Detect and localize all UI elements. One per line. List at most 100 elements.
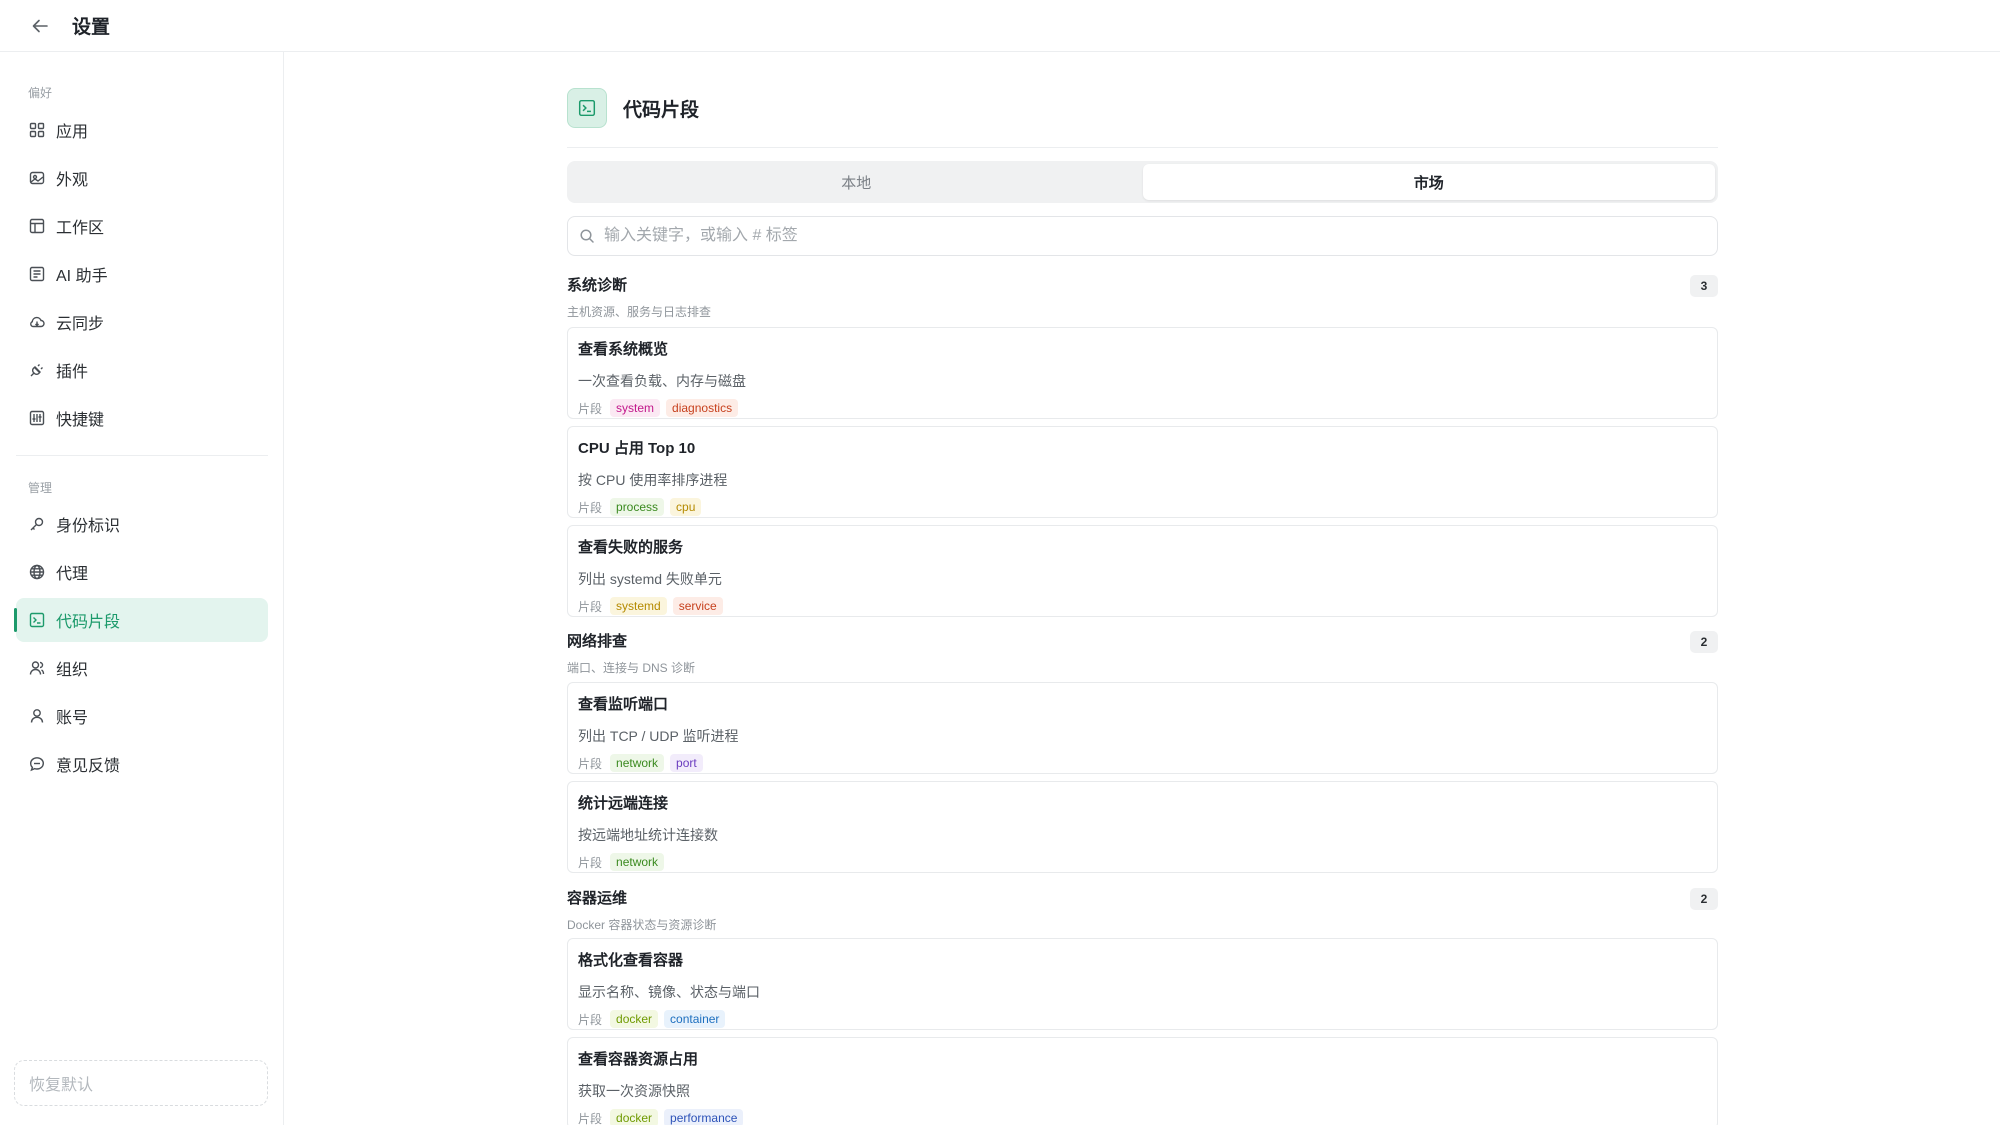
tag-docker[interactable]: docker (610, 1010, 659, 1028)
page-header-title: 设置 (72, 17, 111, 38)
tab-local[interactable]: 本地 (570, 164, 1143, 200)
globe-icon (28, 563, 46, 581)
group-count-badge: 2 (1690, 888, 1718, 910)
sidebar-item-apps[interactable]: 应用 (16, 108, 268, 152)
sidebar-item-account[interactable]: 账号 (16, 694, 268, 738)
snippet-kind-label: 片段 (578, 401, 603, 416)
sidebar-item-shortcuts[interactable]: 快捷键 (16, 396, 268, 440)
tag-process[interactable]: process (610, 498, 665, 516)
snippet-card[interactable]: 查看容器资源占用 获取一次资源快照 片段 docker performance (567, 1037, 1718, 1125)
sidebar-divider (16, 455, 268, 456)
source-tabs: 本地 市场 (567, 161, 1718, 203)
group-subtitle: 端口、连接与 DNS 诊断 (567, 661, 696, 675)
snippet-card[interactable]: CPU 占用 Top 10 按 CPU 使用率排序进程 片段 process cpu (567, 426, 1718, 518)
search-input[interactable] (604, 221, 1704, 251)
reset-defaults-button[interactable]: 恢复默认 (14, 1060, 268, 1106)
sidebar-item-label: 外观 (56, 172, 89, 189)
group-count-badge: 2 (1690, 631, 1718, 653)
group-title: 网络排查 (567, 633, 628, 650)
snippet-title: 查看监听端口 (578, 696, 669, 713)
ai-assistant-icon (28, 265, 46, 283)
sidebar-item-label: AI 助手 (56, 268, 108, 285)
tag-systemd[interactable]: systemd (610, 597, 667, 615)
sidebar-item-label: 应用 (56, 124, 89, 141)
snippet-description: 获取一次资源快照 (578, 1083, 690, 1099)
tag-system[interactable]: system (610, 399, 661, 417)
sidebar: 偏好 应用 外观 工作区 AI 助手 云同步 插件 快捷键 管理 身份标识 代理… (0, 52, 284, 1125)
sidebar-item-ai-assistant[interactable]: AI 助手 (16, 252, 268, 296)
sidebar-item-workspace[interactable]: 工作区 (16, 204, 268, 248)
tag-service[interactable]: service (672, 597, 723, 615)
sidebar-item-appearance[interactable]: 外观 (16, 156, 268, 200)
terminal-icon (567, 88, 607, 128)
group-subtitle: Docker 容器状态与资源诊断 (567, 918, 717, 932)
snippet-kind-label: 片段 (578, 756, 603, 771)
snippet-card[interactable]: 统计远端连接 按远端地址统计连接数 片段 network (567, 781, 1718, 873)
tag-cpu[interactable]: cpu (670, 498, 702, 516)
group-subtitle: 主机资源、服务与日志排查 (567, 305, 712, 319)
snippet-meta: 片段 process cpu (578, 498, 1707, 516)
snippet-kind-label: 片段 (578, 1111, 603, 1125)
snippet-card[interactable]: 格式化查看容器 显示名称、镜像、状态与端口 片段 docker container (567, 938, 1718, 1030)
tag-network[interactable]: network (610, 853, 665, 871)
arrow-left-icon (32, 19, 48, 32)
tag-diagnostics[interactable]: diagnostics (666, 399, 739, 417)
snippet-kind-label: 片段 (578, 599, 603, 614)
keyboard-icon (28, 409, 46, 427)
snippet-meta: 片段 network (578, 853, 1707, 871)
sidebar-item-label: 工作区 (56, 220, 105, 237)
snippet-card[interactable]: 查看系统概览 一次查看负载、内存与磁盘 片段 system diagnostics (567, 327, 1718, 419)
sidebar-item-identity[interactable]: 身份标识 (16, 502, 268, 546)
section-label-management: 管理 (28, 481, 53, 495)
palette-icon (28, 169, 46, 187)
tag-container[interactable]: container (664, 1010, 726, 1028)
snippet-meta: 片段 systemd service (578, 597, 1707, 615)
top-bar: 设置 (0, 0, 2000, 52)
sidebar-item-snippets[interactable]: 代码片段 (14, 598, 268, 642)
snippet-description: 列出 TCP / UDP 监听进程 (578, 728, 739, 744)
snippet-title: 查看失败的服务 (578, 539, 684, 556)
snippet-title: CPU 占用 Top 10 (578, 440, 696, 457)
snippet-meta: 片段 docker container (578, 1010, 1707, 1028)
sidebar-item-feedback[interactable]: 意见反馈 (16, 742, 268, 786)
group-title: 系统诊断 (567, 277, 628, 294)
sidebar-item-plugins[interactable]: 插件 (16, 348, 268, 392)
snippet-kind-label: 片段 (578, 855, 603, 870)
tab-market[interactable]: 市场 (1142, 164, 1715, 200)
search-icon (578, 227, 596, 245)
sidebar-item-label: 快捷键 (56, 412, 105, 429)
tag-performance[interactable]: performance (664, 1109, 744, 1125)
back-button[interactable] (20, 6, 60, 46)
sidebar-item-label: 云同步 (56, 316, 105, 333)
snippet-description: 显示名称、镜像、状态与端口 (578, 984, 760, 1000)
group-header-system-diagnostics: 系统诊断 主机资源、服务与日志排查 3 (567, 274, 1718, 319)
snippet-description: 列出 systemd 失败单元 (578, 571, 722, 587)
sidebar-item-label: 代码片段 (56, 614, 121, 631)
sidebar-item-cloud-sync[interactable]: 云同步 (16, 300, 268, 344)
main-content: 代码片段 本地 市场 系统诊断 主机资源、服务与日志排查 3 查看系统概览一次查… (567, 52, 1718, 1125)
tag-network[interactable]: network (610, 754, 665, 772)
cloud-sync-icon (28, 313, 46, 331)
users-icon (28, 659, 46, 677)
tag-port[interactable]: port (670, 754, 703, 772)
tag-docker[interactable]: docker (610, 1109, 659, 1125)
sidebar-item-label: 身份标识 (56, 518, 121, 535)
group-title: 容器运维 (567, 890, 628, 907)
layout-icon (28, 217, 46, 235)
terminal-icon (28, 611, 46, 629)
sidebar-item-label: 组织 (56, 662, 89, 679)
snippet-kind-label: 片段 (578, 500, 603, 515)
snippet-meta: 片段 system diagnostics (578, 399, 1707, 417)
snippet-title: 格式化查看容器 (578, 952, 684, 969)
snippet-card[interactable]: 查看监听端口列出 TCP / UDP 监听进程 片段 network port (567, 682, 1718, 774)
snippet-title: 查看系统概览 (578, 341, 669, 358)
snippet-card[interactable]: 查看失败的服务列出 systemd 失败单元 片段 systemd service (567, 525, 1718, 617)
key-icon (28, 515, 46, 533)
sidebar-item-label: 意见反馈 (56, 758, 121, 775)
snippet-description: 按远端地址统计连接数 (578, 827, 718, 843)
snippet-title: 查看容器资源占用 (578, 1051, 699, 1068)
grid-icon (28, 121, 46, 139)
sidebar-item-organization[interactable]: 组织 (16, 646, 268, 690)
page-title: 代码片段 (623, 99, 700, 121)
sidebar-item-proxy[interactable]: 代理 (16, 550, 268, 594)
